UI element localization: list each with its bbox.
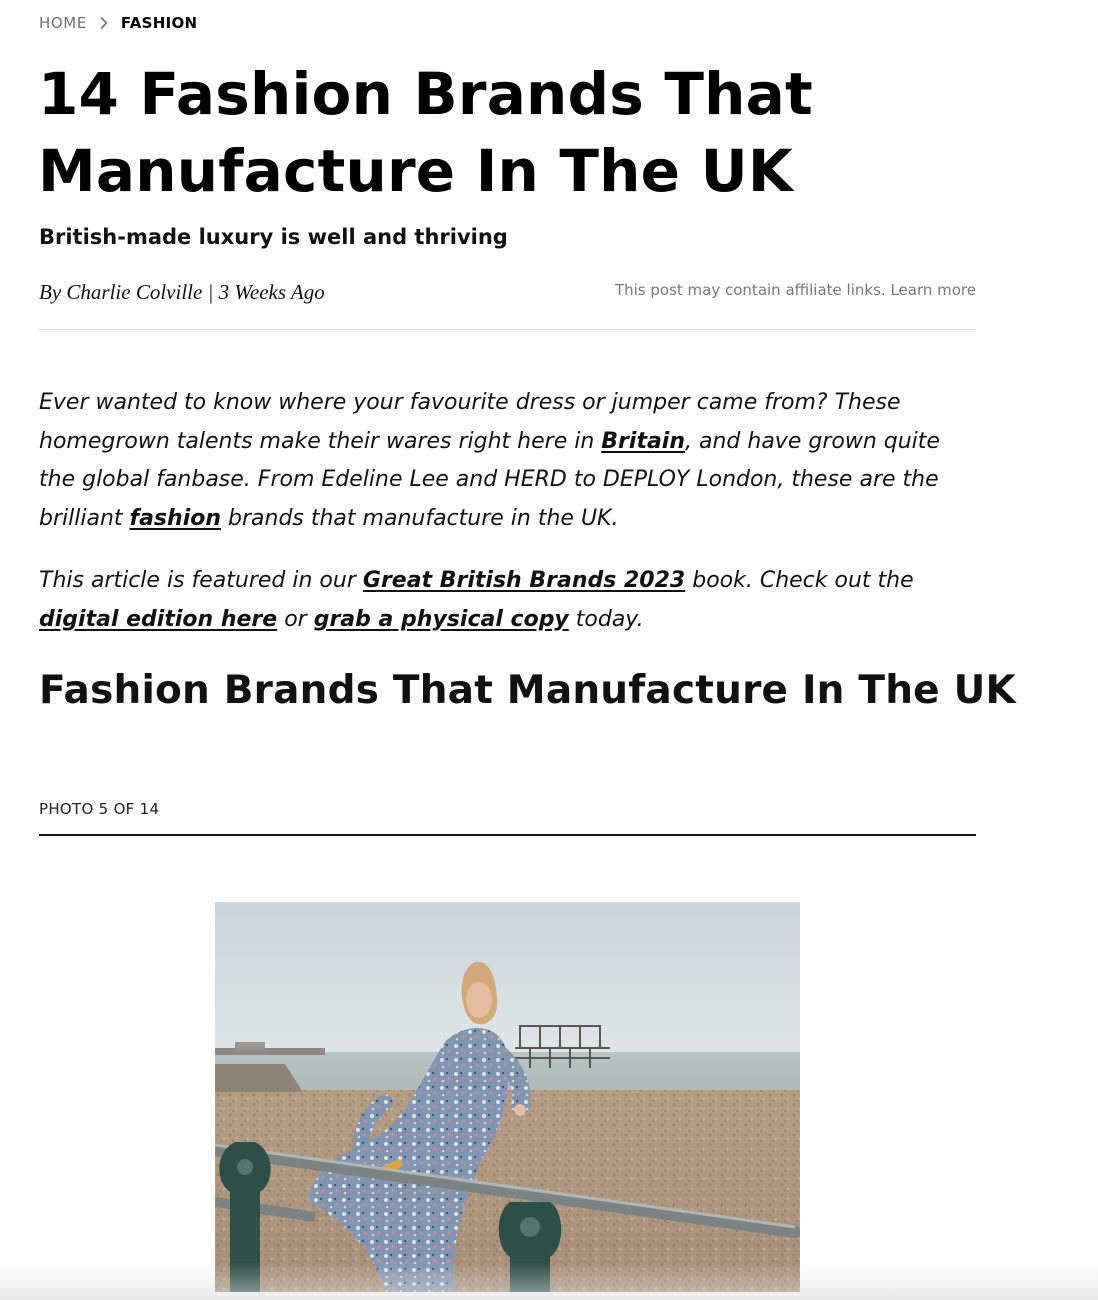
featured-text-4: today. <box>568 607 644 632</box>
britain-link[interactable]: Britain <box>601 429 685 454</box>
chevron-right-icon <box>93 13 115 33</box>
intro-text-3: brands that manufacture in the UK. <box>221 505 619 531</box>
photo-counter: PHOTO 5 OF 14 <box>39 800 160 818</box>
gallery-photo[interactable] <box>215 902 800 1292</box>
header-divider <box>39 329 976 330</box>
page-title: 14 Fashion Brands That Manufacture In Th… <box>38 60 813 205</box>
featured-text-2: book. Check out the <box>685 568 914 593</box>
breadcrumb: HOME FASHION <box>39 13 197 33</box>
breadcrumb-home-link[interactable]: HOME <box>39 14 87 32</box>
digital-edition-link[interactable]: digital edition here <box>39 607 277 632</box>
gallery-divider <box>39 834 976 836</box>
great-british-brands-link[interactable]: Great British Brands 2023 <box>363 568 685 593</box>
section-title: Fashion Brands That Manufacture In The U… <box>39 668 1016 713</box>
affiliate-disclaimer: This post may contain affiliate links. L… <box>615 280 976 300</box>
breadcrumb-fashion-link[interactable]: FASHION <box>121 14 197 32</box>
byline: By Charlie Colville | 3 Weeks Ago <box>39 278 325 306</box>
byline-by: By <box>39 280 62 304</box>
featured-paragraph: This article is featured in our Great Br… <box>39 561 979 639</box>
featured-text-1: This article is featured in our <box>39 568 363 593</box>
publish-date: 3 Weeks Ago <box>218 280 325 304</box>
affiliate-text: This post may contain affiliate links. <box>614 281 886 299</box>
article-subtitle: British-made luxury is well and thriving <box>39 225 508 249</box>
byline-separator: | <box>207 280 214 304</box>
learn-more-link[interactable]: Learn more <box>890 281 976 299</box>
physical-copy-link[interactable]: grab a physical copy <box>314 607 569 632</box>
featured-text-3: or <box>277 607 314 632</box>
author-link[interactable]: Charlie Colville <box>66 280 202 304</box>
fashion-link[interactable]: fashion <box>130 506 222 531</box>
intro-paragraph: Ever wanted to know where your favourite… <box>39 384 979 538</box>
